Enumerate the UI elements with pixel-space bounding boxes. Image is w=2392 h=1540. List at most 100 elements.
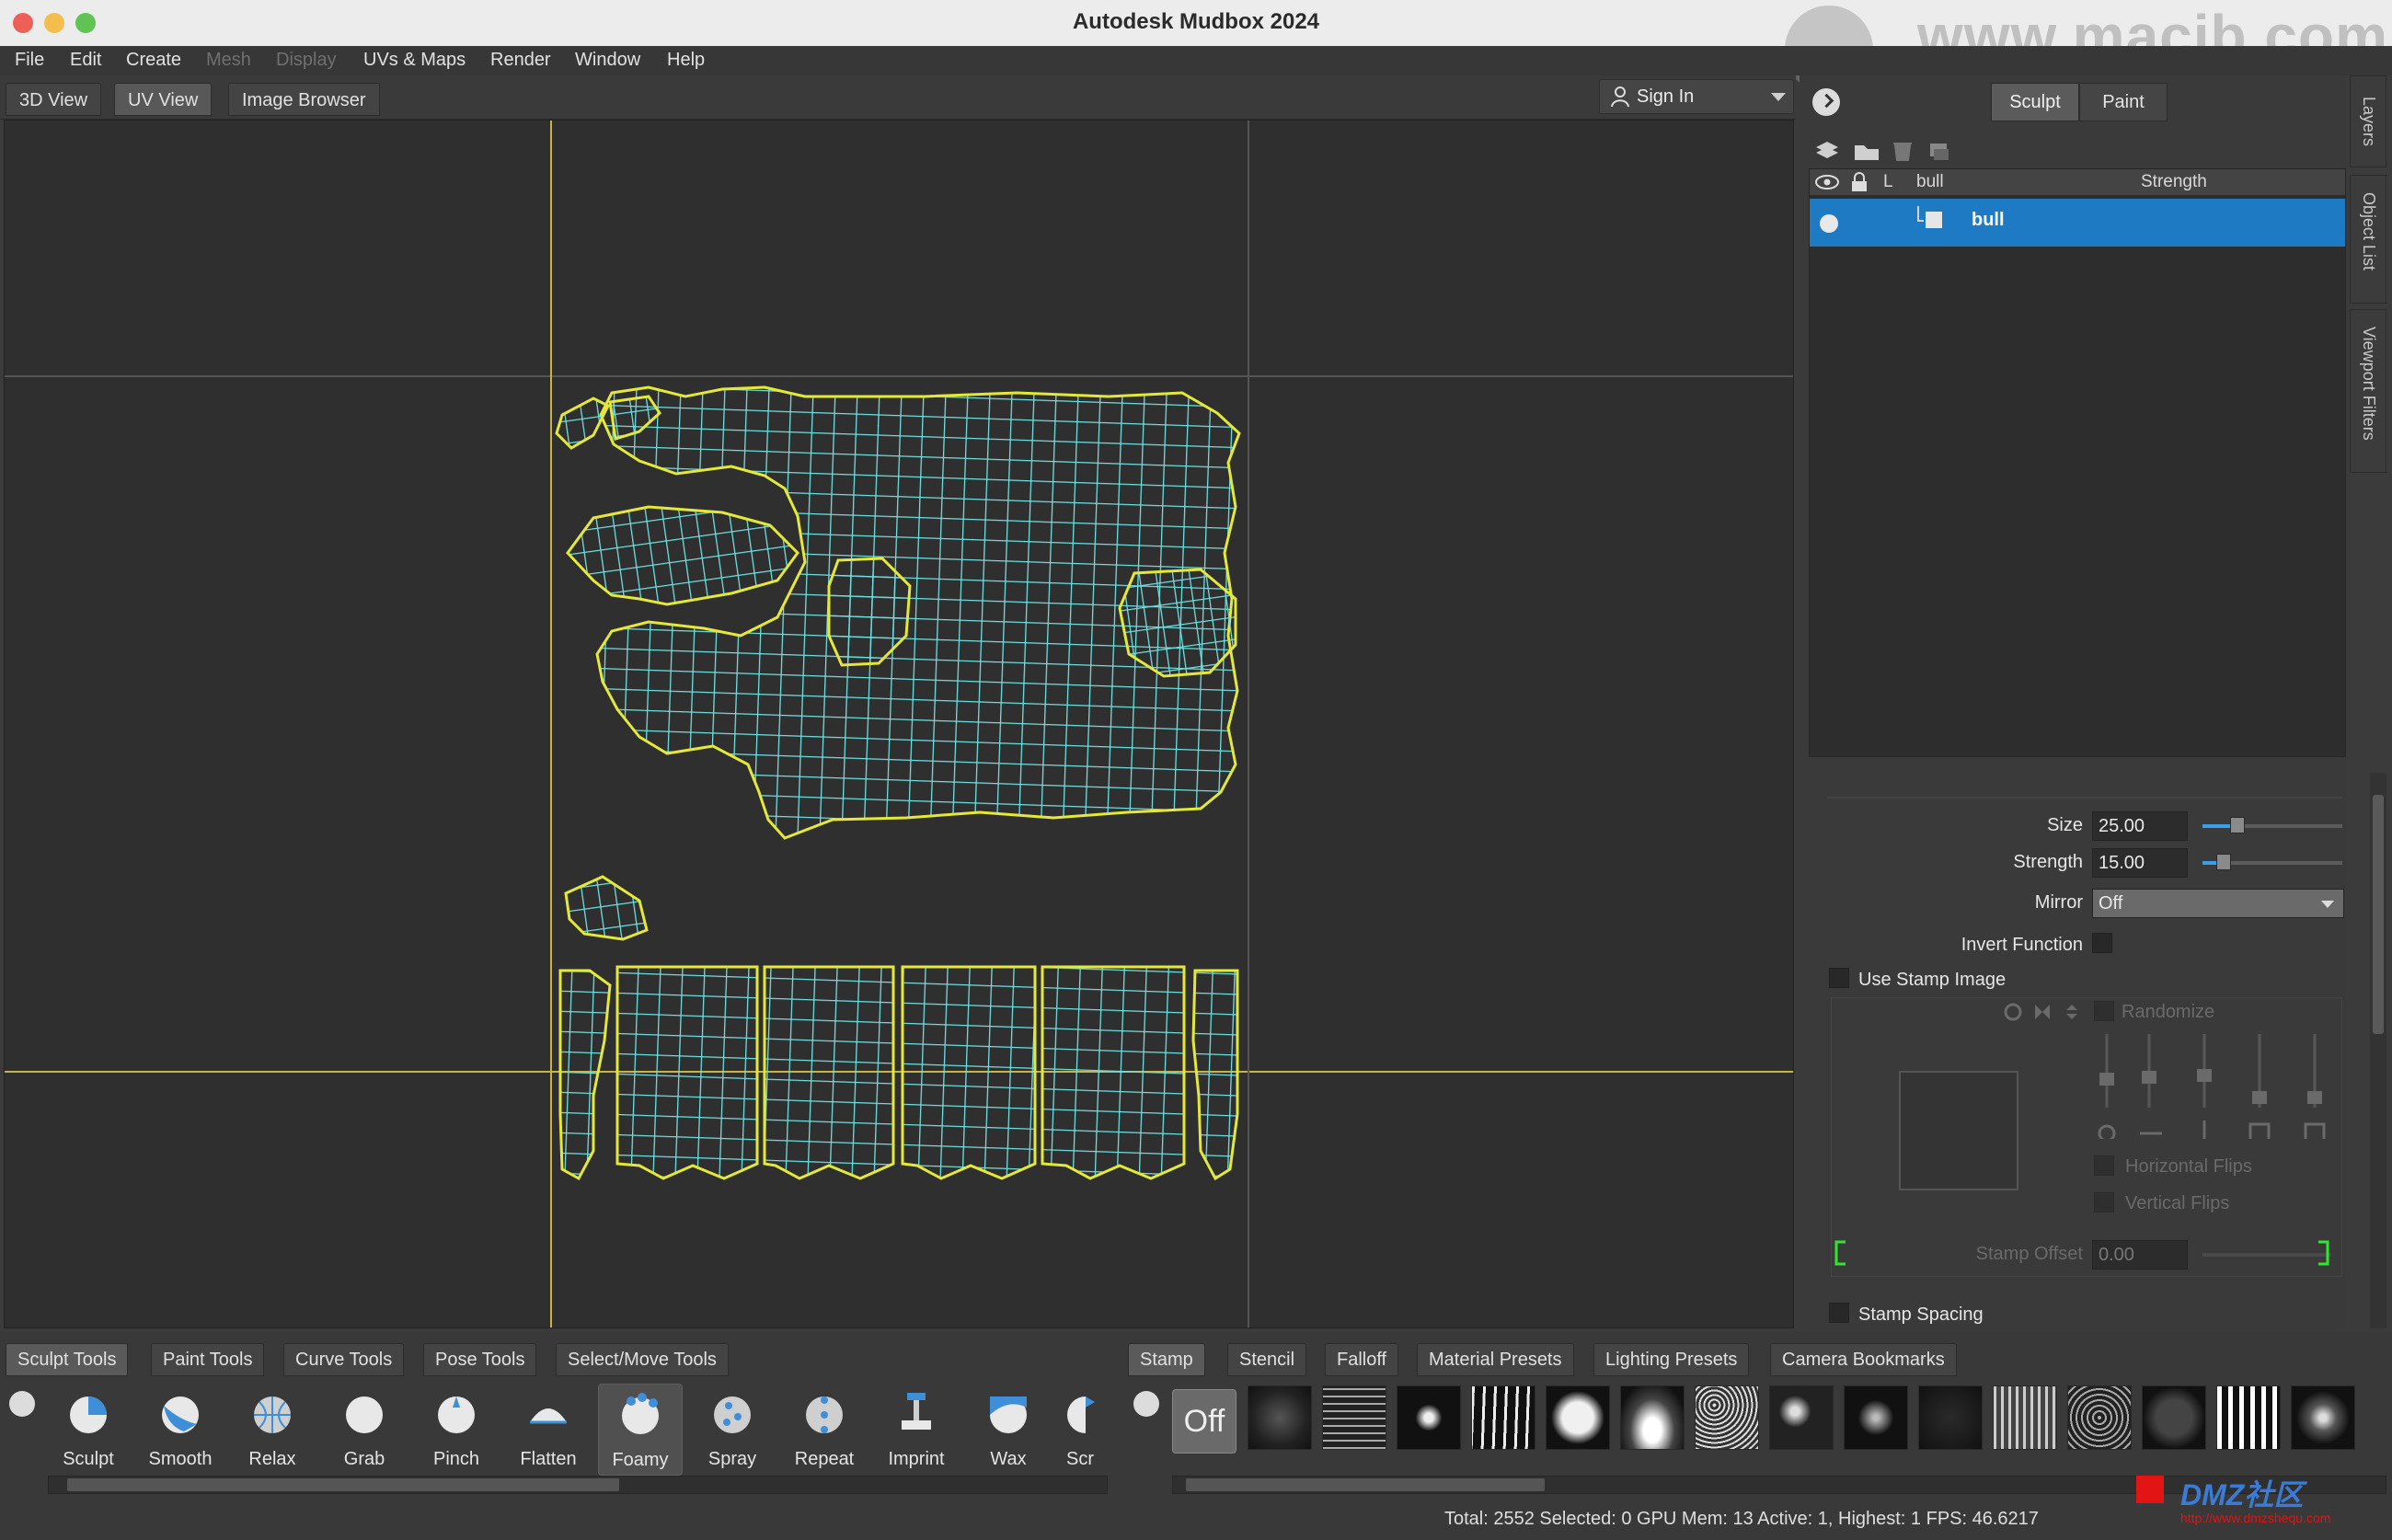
lock-icon[interactable] [1850, 172, 1869, 192]
stamp-thumbnail[interactable] [1918, 1385, 1983, 1450]
tool-foamy[interactable]: Foamy [598, 1384, 683, 1476]
tab-pose-tools[interactable]: Pose Tools [423, 1343, 537, 1376]
eye-icon[interactable] [1815, 174, 1839, 190]
tab-material-presets[interactable]: Material Presets [1417, 1343, 1574, 1376]
tab-camera-bookmarks[interactable]: Camera Bookmarks [1770, 1343, 1957, 1376]
vertical-flips-checkbox[interactable] [2094, 1192, 2114, 1212]
uv-shells[interactable] [555, 385, 1241, 1181]
tools-scrollbar[interactable] [48, 1476, 1108, 1494]
tab-stamp[interactable]: Stamp [1128, 1343, 1205, 1376]
stamp-off-button[interactable]: Off [1172, 1389, 1236, 1454]
stamp-thumbnail[interactable] [1695, 1385, 1759, 1450]
tab-sculpt-tools[interactable]: Sculpt Tools [6, 1343, 129, 1376]
sculpt-mode-button[interactable]: Sculpt [1991, 83, 2079, 121]
tool-grab[interactable]: Grab [322, 1384, 407, 1470]
merge-layer-icon[interactable] [1930, 144, 1949, 160]
sign-in-button[interactable]: Sign In [1599, 79, 1794, 114]
stamp-thumbnail[interactable] [2216, 1385, 2281, 1450]
menu-uvs-maps[interactable]: UVs & Maps [363, 50, 466, 71]
tool-smooth[interactable]: Smooth [138, 1384, 223, 1470]
tool-flatten[interactable]: Flatten [506, 1384, 591, 1470]
tool-label: Imprint [888, 1449, 945, 1469]
side-tab-viewport-filters[interactable]: Viewport Filters [2350, 309, 2386, 473]
invert-function-checkbox[interactable] [2092, 933, 2112, 953]
new-layer-icon[interactable] [1816, 142, 1838, 158]
stamp-thumbnail[interactable] [2291, 1385, 2355, 1450]
stamp-rotate-icons[interactable] [2002, 1001, 2085, 1023]
layers-list[interactable]: L bull Strength bull [1809, 168, 2346, 757]
tab-image-browser[interactable]: Image Browser [228, 83, 380, 116]
horizontal-flips-checkbox[interactable] [2094, 1155, 2114, 1176]
menu-help[interactable]: Help [667, 50, 705, 71]
side-tab-layers[interactable]: Layers [2350, 75, 2386, 167]
stamp-thumbnail[interactable] [2142, 1385, 2206, 1450]
tab-uv-view[interactable]: UV View [114, 83, 213, 116]
randomize-sliders[interactable] [2098, 1029, 2328, 1139]
tool-wax[interactable]: Wax [966, 1384, 1051, 1470]
tab-stencil[interactable]: Stencil [1227, 1343, 1307, 1376]
side-tab-object-list[interactable]: Object List [2350, 175, 2386, 304]
stamp-spacing-label: Stamp Spacing [1858, 1304, 1984, 1325]
side-tab-viewport-filters-label: Viewport Filters [2360, 327, 2378, 441]
strength-field[interactable]: 15.00 [2092, 848, 2188, 878]
tool-relax[interactable]: Relax [230, 1384, 315, 1470]
tab-curve-tools[interactable]: Curve Tools [283, 1343, 405, 1376]
mirror-select[interactable]: Off [2092, 889, 2344, 918]
menu-mesh[interactable]: Mesh [206, 50, 251, 71]
stamp-thumbnail[interactable] [1546, 1385, 1610, 1450]
properties-scrollbar[interactable] [2370, 773, 2386, 1328]
uv-canvas[interactable] [5, 121, 1794, 1328]
stamp-preview[interactable] [1899, 1071, 2018, 1190]
tool-label: Wax [990, 1449, 1027, 1469]
vertical-flips-label: Vertical Flips [2125, 1193, 2230, 1213]
stamps-prev-icon[interactable] [1133, 1391, 1159, 1417]
stamp-thumbnail[interactable] [1620, 1385, 1685, 1450]
paint-mode-button[interactable]: Paint [2079, 83, 2168, 121]
use-stamp-image-checkbox[interactable] [1829, 968, 1849, 988]
stamp-thumbnail[interactable] [2067, 1385, 2132, 1450]
smooth-tool-icon [162, 1396, 199, 1433]
flatten-tool-icon [530, 1408, 567, 1424]
stamp-thumbnail[interactable] [1397, 1385, 1461, 1450]
tab-select-move-tools[interactable]: Select/Move Tools [556, 1343, 729, 1376]
visibility-dot-icon[interactable] [1819, 213, 1839, 234]
strength-slider-thumb[interactable] [2215, 854, 2231, 870]
stamp-thumbnail[interactable] [1322, 1385, 1386, 1450]
stamp-thumbnail[interactable] [1769, 1385, 1834, 1450]
sculpt-tool-icon [70, 1396, 107, 1433]
menu-render[interactable]: Render [490, 50, 551, 71]
trash-icon[interactable] [1893, 143, 1912, 161]
tab-lighting-presets[interactable]: Lighting Presets [1593, 1343, 1750, 1376]
folder-icon[interactable] [1855, 145, 1879, 160]
tool-scr[interactable]: Scr [1058, 1384, 1102, 1470]
menu-display[interactable]: Display [276, 50, 337, 71]
tab-paint-tools[interactable]: Paint Tools [151, 1343, 265, 1376]
stamp-spacing-checkbox[interactable] [1829, 1303, 1849, 1323]
stamp-thumbnail[interactable] [1844, 1385, 1908, 1450]
tools-prev-icon[interactable] [9, 1391, 35, 1417]
tool-pinch[interactable]: Pinch [414, 1384, 499, 1470]
layer-row-bull[interactable]: bull [1810, 199, 2345, 247]
stamp-thumbnail[interactable] [1471, 1385, 1535, 1450]
chevron-down-icon [1771, 93, 1786, 101]
tool-repeat[interactable]: Repeat [782, 1384, 867, 1470]
menu-file[interactable]: File [15, 50, 44, 71]
size-slider-thumb[interactable] [2230, 817, 2245, 833]
menu-create[interactable]: Create [126, 50, 181, 71]
tool-label: Sculpt [63, 1449, 114, 1469]
uv-viewport[interactable] [4, 120, 1794, 1328]
menu-window[interactable]: Window [575, 50, 640, 71]
tool-sculpt[interactable]: Sculpt [46, 1384, 131, 1470]
tab-3d-view[interactable]: 3D View [6, 83, 102, 116]
tool-label: Smooth [148, 1449, 213, 1469]
stamp-thumbnail[interactable] [1248, 1385, 1312, 1450]
tool-label: Spray [707, 1449, 757, 1469]
tool-imprint[interactable]: Imprint [874, 1384, 959, 1470]
menu-edit[interactable]: Edit [70, 50, 101, 71]
collapse-panel-icon[interactable] [1812, 88, 1840, 116]
tool-spray[interactable]: Spray [690, 1384, 775, 1470]
size-field[interactable]: 25.00 [2092, 811, 2188, 841]
stamp-thumbnail[interactable] [1993, 1385, 2057, 1450]
tab-falloff[interactable]: Falloff [1325, 1343, 1399, 1376]
randomize-checkbox[interactable] [2094, 1001, 2114, 1021]
